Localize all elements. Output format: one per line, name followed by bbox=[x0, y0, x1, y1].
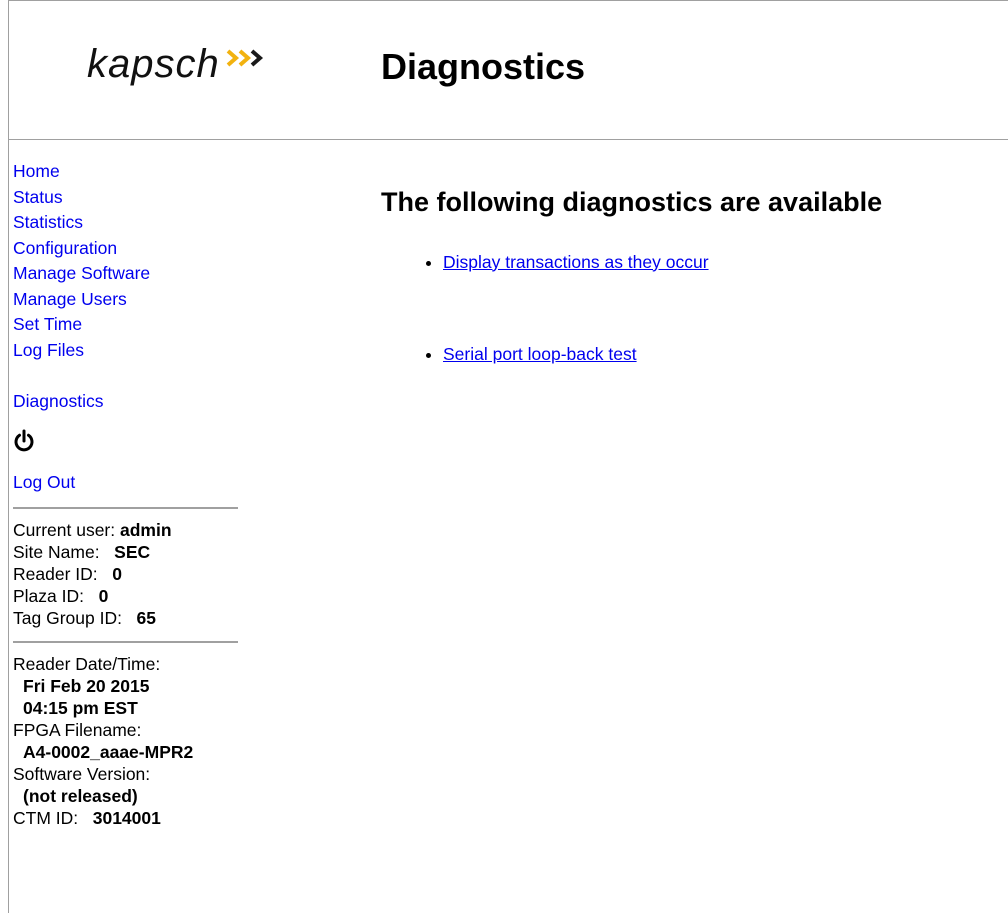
nav-configuration[interactable]: Configuration bbox=[13, 236, 240, 262]
fpga-filename-label: FPGA Filename: bbox=[13, 719, 142, 740]
current-user-row: Current user: admin bbox=[13, 519, 240, 541]
list-item: Serial port loop-back test bbox=[381, 341, 709, 367]
display-transactions-link[interactable]: Display transactions as they occur bbox=[443, 252, 709, 273]
reader-id-value: 0 bbox=[112, 563, 122, 584]
list-item: Display transactions as they occur bbox=[381, 249, 709, 275]
reader-datetime-label: Reader Date/Time: bbox=[13, 653, 161, 674]
sidebar: Home Status Statistics Configuration Man… bbox=[13, 159, 240, 829]
bullet-icon bbox=[421, 249, 443, 275]
nav-status[interactable]: Status bbox=[13, 185, 240, 211]
nav-statistics[interactable]: Statistics bbox=[13, 210, 240, 236]
sidebar-divider bbox=[13, 640, 238, 643]
serial-port-loopback-link[interactable]: Serial port loop-back test bbox=[443, 344, 637, 365]
reader-date-value: Fri Feb 20 2015 bbox=[23, 675, 150, 696]
site-name-label: Site Name: bbox=[13, 541, 100, 562]
tag-group-id-label: Tag Group ID: bbox=[13, 607, 122, 628]
reader-time-value: 04:15 pm EST bbox=[23, 697, 138, 718]
ctm-id-value: 3014001 bbox=[92, 807, 161, 828]
plaza-id-label: Plaza ID: bbox=[13, 585, 84, 606]
nav-manage-users[interactable]: Manage Users bbox=[13, 287, 240, 313]
ctm-id-label: CTM ID: bbox=[13, 807, 79, 828]
plaza-id-value: 0 bbox=[98, 585, 109, 606]
current-user-value: admin bbox=[120, 519, 172, 540]
site-name-value: SEC bbox=[114, 541, 151, 562]
power-icon[interactable] bbox=[13, 429, 240, 455]
logo-chevrons-icon bbox=[226, 49, 263, 67]
header-divider bbox=[9, 139, 1008, 140]
logo-wordmark: kapsch bbox=[87, 42, 220, 86]
reader-id-row: Reader ID: 0 bbox=[13, 563, 240, 585]
diagnostics-list: Display transactions as they occur Seria… bbox=[381, 249, 709, 367]
logout-link[interactable]: Log Out bbox=[13, 469, 240, 495]
tag-group-id-row: Tag Group ID: 65 bbox=[13, 607, 240, 629]
diagnostics-heading: The following diagnostics are available bbox=[381, 187, 883, 217]
bullet-icon bbox=[421, 341, 443, 367]
nav-home[interactable]: Home bbox=[13, 159, 240, 185]
nav-diagnostics[interactable]: Diagnostics bbox=[13, 389, 240, 415]
nav-manage-software[interactable]: Manage Software bbox=[13, 261, 240, 287]
page-title: Diagnostics bbox=[381, 46, 586, 87]
fpga-filename-value: A4-0002_aaae-MPR2 bbox=[23, 741, 194, 762]
sidebar-divider bbox=[13, 506, 238, 509]
reader-id-label: Reader ID: bbox=[13, 563, 98, 584]
sidebar-nav: Home Status Statistics Configuration Man… bbox=[13, 159, 240, 415]
session-info: Current user: admin Site Name: SEC Reade… bbox=[13, 519, 240, 629]
ctm-id-row: CTM ID: 3014001 bbox=[13, 807, 240, 829]
tag-group-id-value: 65 bbox=[136, 607, 157, 628]
software-version-label: Software Version: bbox=[13, 763, 151, 784]
nav-log-files[interactable]: Log Files bbox=[13, 338, 240, 364]
system-info: Reader Date/Time: Fri Feb 20 2015 04:15 … bbox=[13, 653, 240, 829]
site-name-row: Site Name: SEC bbox=[13, 541, 240, 563]
kapsch-logo: kapsch bbox=[87, 44, 266, 94]
current-user-label: Current user: bbox=[13, 519, 116, 540]
plaza-id-row: Plaza ID: 0 bbox=[13, 585, 240, 607]
nav-set-time[interactable]: Set Time bbox=[13, 312, 240, 338]
software-version-value: (not released) bbox=[23, 785, 138, 806]
